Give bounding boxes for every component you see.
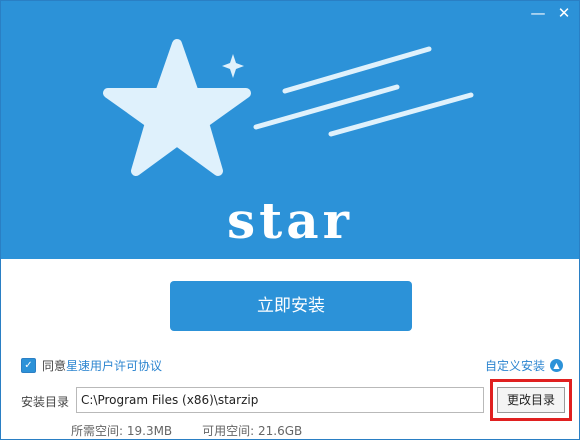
install-dir-label: 安装目录 (21, 395, 70, 409)
available-space: 可用空间: 21.6GB (202, 424, 303, 438)
window-controls: — ✕ (527, 3, 575, 23)
change-dir-button[interactable]: 更改目录 (497, 387, 565, 413)
custom-install-toggle[interactable]: 自定义安装 ▲ (485, 356, 563, 374)
hero-banner: — ✕ star (1, 1, 579, 259)
install-now-button[interactable]: 立即安装 (170, 281, 412, 331)
install-dir-input[interactable] (76, 387, 484, 413)
installer-window: — ✕ star 立即安装 ✓ 同意 星速用户许可协议 自定义安装 ▲ 安装目录… (0, 0, 580, 440)
minimize-button[interactable]: — (527, 3, 549, 23)
sparkle-icon (222, 54, 244, 78)
required-space: 所需空间: 19.3MB (71, 424, 173, 438)
license-agreement-link[interactable]: 星速用户许可协议 (66, 357, 162, 374)
custom-install-label: 自定义安装 (484, 358, 545, 373)
star-icon (103, 39, 251, 176)
brand-wordmark: star (227, 191, 353, 250)
chevron-up-icon: ▲ (550, 358, 563, 372)
agreement-prefix: 同意 (42, 358, 67, 373)
motion-line (282, 46, 432, 94)
agree-checkbox[interactable]: ✓ (21, 357, 36, 373)
close-button[interactable]: ✕ (553, 3, 575, 23)
space-info: 所需空间: 19.3MB 可用空间: 21.6GB (71, 422, 302, 439)
change-dir-highlight: 更改目录 (490, 379, 572, 421)
agreement-row: ✓ 同意 星速用户许可协议 (21, 356, 162, 374)
